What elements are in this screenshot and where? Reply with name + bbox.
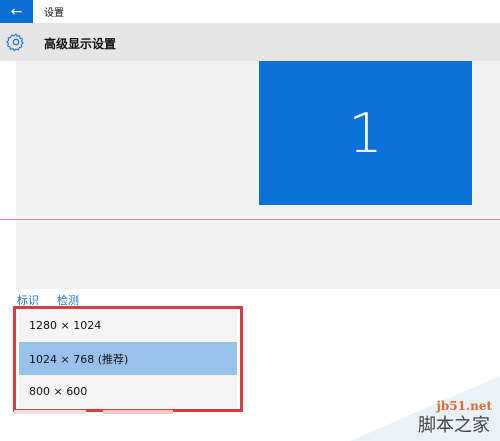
page-title: 高级显示设置 <box>44 37 117 51</box>
resolution-option-label: 1024 × 768 (推荐) <box>29 352 129 366</box>
button-strip <box>14 410 86 414</box>
monitor-1[interactable]: 1 <box>259 61 472 205</box>
resolution-option[interactable]: 800 × 600 <box>19 375 237 408</box>
title-bar: ← 设置 <box>0 0 500 23</box>
resolution-dropdown[interactable]: 1280 × 1024 1024 × 768 (推荐) 800 × 600 <box>13 306 243 412</box>
button-strip <box>103 410 173 414</box>
resolution-option-selected[interactable]: 1024 × 768 (推荐) <box>19 342 237 375</box>
arrow-left-icon: ← <box>10 3 23 20</box>
watermark-name: 脚本之家 <box>418 415 490 436</box>
window-title: 设置 <box>44 8 64 19</box>
back-button[interactable]: ← <box>0 0 33 23</box>
resolution-option-label: 1280 × 1024 <box>29 319 102 332</box>
divider-line <box>0 219 500 220</box>
resolution-option[interactable]: 1280 × 1024 <box>19 309 237 342</box>
monitor-number: 1 <box>348 101 383 165</box>
watermark: jb51.net 脚本之家 <box>340 351 500 441</box>
gear-icon <box>6 33 24 52</box>
page-header: 高级显示设置 <box>0 23 500 61</box>
resolution-option-label: 800 × 600 <box>29 385 88 398</box>
